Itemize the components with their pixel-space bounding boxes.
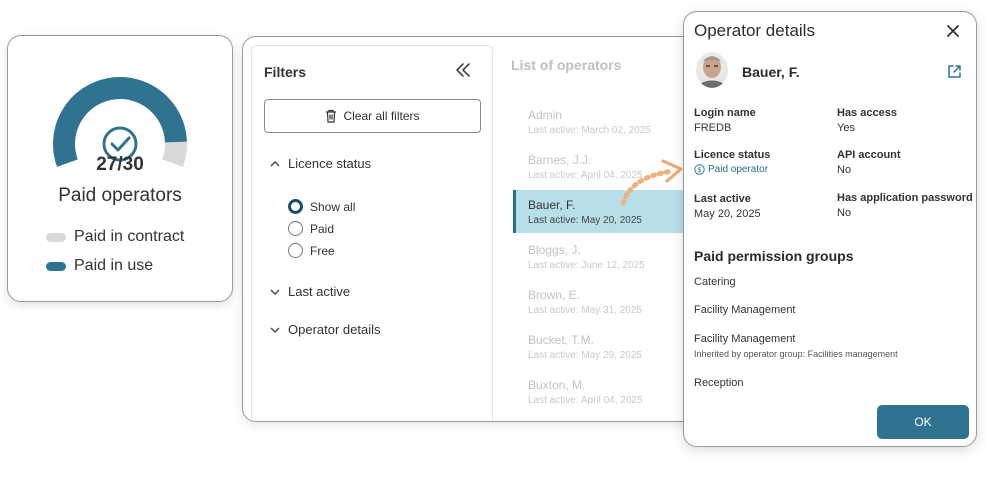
permission-group-name: Reception bbox=[694, 377, 744, 389]
legend-item-in-use: Paid in use bbox=[46, 257, 153, 275]
permission-groups-title: Paid permission groups bbox=[694, 248, 854, 264]
radio-label: Show all bbox=[310, 199, 356, 214]
field-has-access: Has access Yes bbox=[837, 107, 897, 134]
field-value: May 20, 2025 bbox=[694, 208, 761, 220]
close-icon[interactable] bbox=[946, 24, 960, 38]
permission-group: Reception bbox=[694, 377, 744, 389]
licence-status-label: Licence status bbox=[288, 156, 372, 171]
avatar bbox=[696, 52, 728, 88]
permission-group-name: Catering bbox=[694, 276, 736, 288]
clear-all-filters-button[interactable]: Clear all filters bbox=[264, 99, 481, 133]
trash-icon bbox=[326, 109, 337, 123]
radio-paid[interactable]: Paid bbox=[288, 221, 334, 236]
operator-name: Bauer, F. bbox=[742, 64, 800, 80]
gauge-count: 27/30 bbox=[96, 154, 144, 175]
operators-panel: Filters Clear all filters Licence status… bbox=[242, 36, 712, 422]
permission-group: Catering bbox=[694, 276, 736, 288]
filters-title: Filters bbox=[264, 64, 307, 80]
radio-label: Paid bbox=[310, 221, 335, 236]
legend-item-contract: Paid in contract bbox=[46, 228, 184, 246]
permission-group-name: Facility Management bbox=[694, 304, 796, 316]
svg-text:$: $ bbox=[697, 166, 701, 174]
field-label: Has application password bbox=[837, 192, 973, 204]
operator-details-section[interactable]: Operator details bbox=[270, 322, 381, 337]
legend-label: Paid in contract bbox=[74, 228, 185, 245]
last-active-label: Last active bbox=[288, 284, 351, 299]
field-label: Login name bbox=[694, 107, 756, 119]
legend-swatch-contract bbox=[46, 232, 66, 242]
radio-show-all[interactable]: Show all bbox=[288, 199, 355, 214]
permission-group: Facility Management bbox=[694, 304, 796, 316]
dialog-title: Operator details bbox=[694, 21, 815, 40]
dollar-circle-icon: $ bbox=[694, 164, 705, 175]
radio-button[interactable] bbox=[288, 243, 303, 258]
double-chevron-left-icon[interactable] bbox=[453, 60, 473, 80]
field-label: Last active bbox=[694, 193, 751, 205]
field-label: Licence status bbox=[694, 149, 771, 161]
external-link-icon[interactable] bbox=[947, 64, 962, 79]
legend-label: Paid in use bbox=[74, 257, 154, 274]
legend-swatch-in-use bbox=[46, 261, 66, 271]
field-api-account: API account No bbox=[837, 149, 901, 176]
licence-status-section[interactable]: Licence status bbox=[270, 156, 371, 171]
field-value: No bbox=[837, 164, 852, 176]
permission-group: Facility Management Inherited by operato… bbox=[694, 333, 898, 359]
clear-all-filters-label: Clear all filters bbox=[343, 109, 420, 123]
radio-button[interactable] bbox=[288, 221, 303, 236]
chevron-down-icon bbox=[270, 289, 280, 295]
chevron-down-icon bbox=[270, 327, 280, 333]
field-label: Has access bbox=[837, 107, 897, 119]
permission-group-name: Facility Management bbox=[694, 333, 796, 345]
field-app-password: Has application password No bbox=[837, 192, 973, 219]
radio-label: Free bbox=[310, 243, 335, 258]
gauge-caption: Paid operators bbox=[58, 185, 182, 206]
paid-operators-card: 27/30 Paid operators Paid in contract Pa… bbox=[7, 35, 233, 302]
ok-button[interactable]: OK bbox=[877, 405, 969, 439]
field-last-active: Last active May 20, 2025 bbox=[694, 193, 761, 220]
last-active-section[interactable]: Last active bbox=[270, 284, 350, 299]
permission-group-note: Inherited by operator group: Facilities … bbox=[694, 349, 898, 359]
radio-free[interactable]: Free bbox=[288, 243, 335, 258]
chevron-up-icon bbox=[270, 160, 280, 166]
field-login-name: Login name FREDB bbox=[694, 107, 756, 134]
field-value: No bbox=[837, 207, 852, 219]
operator-list: List of operators Admin Last active: Mar… bbox=[501, 37, 711, 421]
field-value: Paid operator bbox=[708, 164, 769, 175]
operator-list-title: List of operators bbox=[511, 57, 622, 73]
radio-button[interactable] bbox=[288, 199, 303, 214]
operator-details-label: Operator details bbox=[288, 322, 381, 337]
paid-operator-badge: $ Paid operator bbox=[694, 164, 770, 175]
field-value: FREDB bbox=[694, 122, 732, 134]
field-value: Yes bbox=[837, 122, 855, 134]
operator-details-dialog: Operator details Bauer, F. Login name FR… bbox=[683, 11, 977, 447]
filters-sidebar: Filters Clear all filters Licence status… bbox=[251, 45, 493, 421]
field-label: API account bbox=[837, 149, 901, 161]
field-licence-status: Licence status $ Paid operator bbox=[694, 149, 770, 175]
gauge-fill bbox=[53, 77, 187, 167]
